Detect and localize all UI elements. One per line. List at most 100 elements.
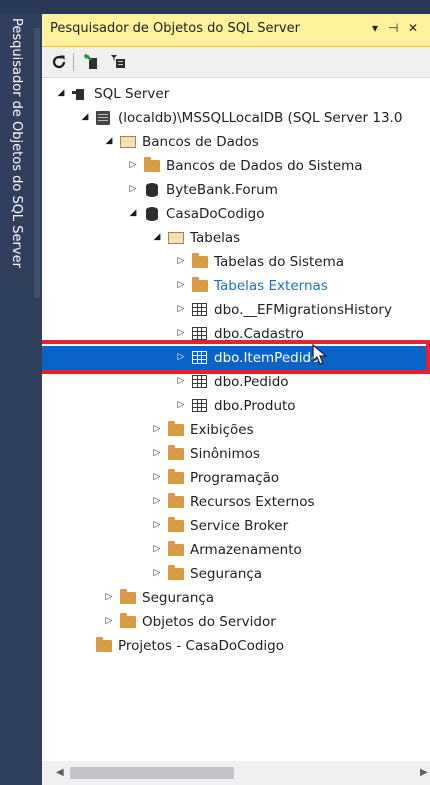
tree-item[interactable]: ◢ Bancos de Dados — [42, 130, 430, 154]
expand-arrow-icon[interactable]: ▷ — [176, 375, 186, 387]
table-icon — [192, 303, 208, 317]
tree-item[interactable]: ▷ dbo.Cadastro — [42, 322, 430, 346]
tree-item[interactable]: ▷ Sinônimos — [42, 442, 430, 466]
tree-item-label: dbo.Produto — [214, 398, 296, 414]
expand-arrow-icon[interactable]: ▷ — [176, 279, 186, 291]
tree-item-label: Recursos Externos — [190, 494, 315, 510]
expand-arrow-icon[interactable]: ▷ — [152, 543, 162, 555]
connect-icon[interactable] — [82, 51, 104, 73]
folder-icon — [120, 589, 136, 605]
collapse-arrow-icon[interactable]: ◢ — [104, 135, 114, 147]
expand-arrow-icon[interactable]: ▷ — [176, 351, 186, 363]
expand-arrow-icon[interactable]: ▷ — [152, 519, 162, 531]
tree-item-label: Segurança — [142, 590, 215, 606]
tree-item[interactable]: ▷ dbo.ItemPedido — [42, 346, 430, 370]
collapse-arrow-icon[interactable]: ◢ — [152, 231, 162, 243]
expand-arrow-icon[interactable]: ▷ — [152, 447, 162, 459]
tree-item-label: dbo.Pedido — [214, 374, 289, 390]
table-icon — [192, 351, 208, 365]
tree-item[interactable]: ▷ Bancos de Dados do Sistema — [42, 154, 430, 178]
folder-icon — [144, 157, 160, 173]
tree-item-label: Objetos do Servidor — [142, 614, 276, 630]
tree-item[interactable]: ▷ Exibições — [42, 418, 430, 442]
object-explorer-panel: Pesquisador de Objetos do SQL Server ▾ ⊣… — [42, 14, 430, 785]
tree-item-label: ByteBank.Forum — [166, 182, 278, 198]
tree-item[interactable]: ◢ CasaDoCodigo — [42, 202, 430, 226]
tree-item[interactable]: ◢ (localdb)\MSSQLLocalDB (SQL Server 13.0 — [42, 106, 430, 130]
panel-title: Pesquisador de Objetos do SQL Server — [50, 21, 300, 36]
expand-arrow-icon[interactable]: ▷ — [152, 495, 162, 507]
tree-item-label: (localdb)\MSSQLLocalDB (SQL Server 13.0 — [118, 110, 403, 126]
tree-item[interactable]: ▷ Tabelas Externas — [42, 274, 430, 298]
tree-item-label: Sinônimos — [190, 446, 260, 462]
folder-icon — [168, 469, 184, 485]
tree-item-label: SQL Server — [94, 86, 170, 102]
expand-arrow-icon[interactable]: ▷ — [176, 255, 186, 267]
expand-arrow-icon[interactable]: ▷ — [152, 423, 162, 435]
expand-arrow-icon[interactable]: ▷ — [128, 159, 138, 171]
tree-item[interactable]: ▷ Tabelas do Sistema — [42, 250, 430, 274]
folder-icon — [192, 253, 208, 269]
mouse-cursor-icon — [312, 344, 328, 365]
tree-item-label: Tabelas do Sistema — [214, 254, 345, 270]
window-position-dropdown-icon[interactable]: ▾ — [372, 21, 378, 35]
tree-item[interactable]: ▷ ByteBank.Forum — [42, 178, 430, 202]
folder-icon — [96, 637, 112, 653]
database-icon — [144, 207, 160, 221]
expand-arrow-icon[interactable]: ▷ — [176, 303, 186, 315]
tree-item-label: Programação — [190, 470, 280, 486]
collapse-arrow-icon[interactable]: ◢ — [56, 87, 66, 99]
filter-icon[interactable] — [108, 51, 130, 73]
tree-item[interactable]: ▷ Armazenamento — [42, 538, 430, 562]
pin-icon[interactable]: ⊣ — [388, 21, 398, 35]
side-tab-label: Pesquisador de Objetos do SQL Server — [9, 18, 24, 268]
tree-item[interactable]: ▷ dbo.__EFMigrationsHistory — [42, 298, 430, 322]
folder-icon — [168, 541, 184, 557]
close-icon[interactable]: ✕ — [408, 21, 418, 35]
scrollbar-thumb[interactable] — [70, 767, 234, 779]
folder-icon — [168, 445, 184, 461]
explorer-toolbar — [42, 47, 430, 78]
tree-item-label: Tabelas Externas — [214, 278, 328, 294]
tree-item-label: Projetos - CasaDoCodigo — [118, 638, 285, 654]
collapse-arrow-icon[interactable]: ◢ — [128, 207, 138, 219]
collapse-arrow-icon[interactable]: ◢ — [80, 111, 90, 123]
tree-item[interactable]: ▷ Service Broker — [42, 514, 430, 538]
refresh-icon[interactable] — [48, 51, 70, 73]
tree-item[interactable]: ◢ Tabelas — [42, 226, 430, 250]
tree-item[interactable]: Projetos - CasaDoCodigo — [42, 634, 430, 658]
sql-server-icon — [72, 87, 88, 101]
folder-icon — [168, 421, 184, 437]
expand-arrow-icon[interactable]: ▷ — [152, 567, 162, 579]
expand-arrow-icon[interactable]: ▷ — [128, 183, 138, 195]
folder-icon — [168, 565, 184, 581]
expand-arrow-icon[interactable]: ▷ — [176, 327, 186, 339]
tree-item-label: dbo.ItemPedido — [214, 350, 320, 366]
tree-item-label: Armazenamento — [190, 542, 302, 558]
side-tab-object-explorer[interactable]: Pesquisador de Objetos do SQL Server — [0, 14, 42, 785]
scroll-right-arrow-icon[interactable]: ▶ — [420, 767, 428, 778]
expand-arrow-icon[interactable]: ▷ — [104, 591, 114, 603]
expand-arrow-icon[interactable]: ▷ — [104, 615, 114, 627]
tree-item[interactable]: ▷ Segurança — [42, 586, 430, 610]
horizontal-scrollbar[interactable]: ◀ ▶ — [42, 761, 430, 785]
tree-item[interactable]: ▷ Programação — [42, 466, 430, 490]
server-icon — [96, 111, 112, 125]
tree-item[interactable]: ▷ Recursos Externos — [42, 490, 430, 514]
tree-item[interactable]: ▷ Objetos do Servidor — [42, 610, 430, 634]
tree-item[interactable]: ▷ dbo.Produto — [42, 394, 430, 418]
expand-arrow-icon[interactable]: ▷ — [152, 471, 162, 483]
tree-item[interactable]: ▷ dbo.Pedido — [42, 370, 430, 394]
tree-item[interactable]: ▷ Segurança — [42, 562, 430, 586]
tree-item-label: Segurança — [190, 566, 263, 582]
tree-item-label: Bancos de Dados do Sistema — [166, 158, 363, 174]
tree-item[interactable]: ◢ SQL Server — [42, 82, 430, 106]
window-top-strip — [0, 0, 430, 14]
database-icon — [144, 183, 160, 197]
expand-arrow-icon[interactable]: ▷ — [176, 399, 186, 411]
scroll-left-arrow-icon[interactable]: ◀ — [56, 767, 64, 778]
folder-icon — [120, 613, 136, 629]
folder-icon — [192, 277, 208, 293]
folder-icon — [168, 493, 184, 509]
tree-item-label: Service Broker — [190, 518, 289, 534]
